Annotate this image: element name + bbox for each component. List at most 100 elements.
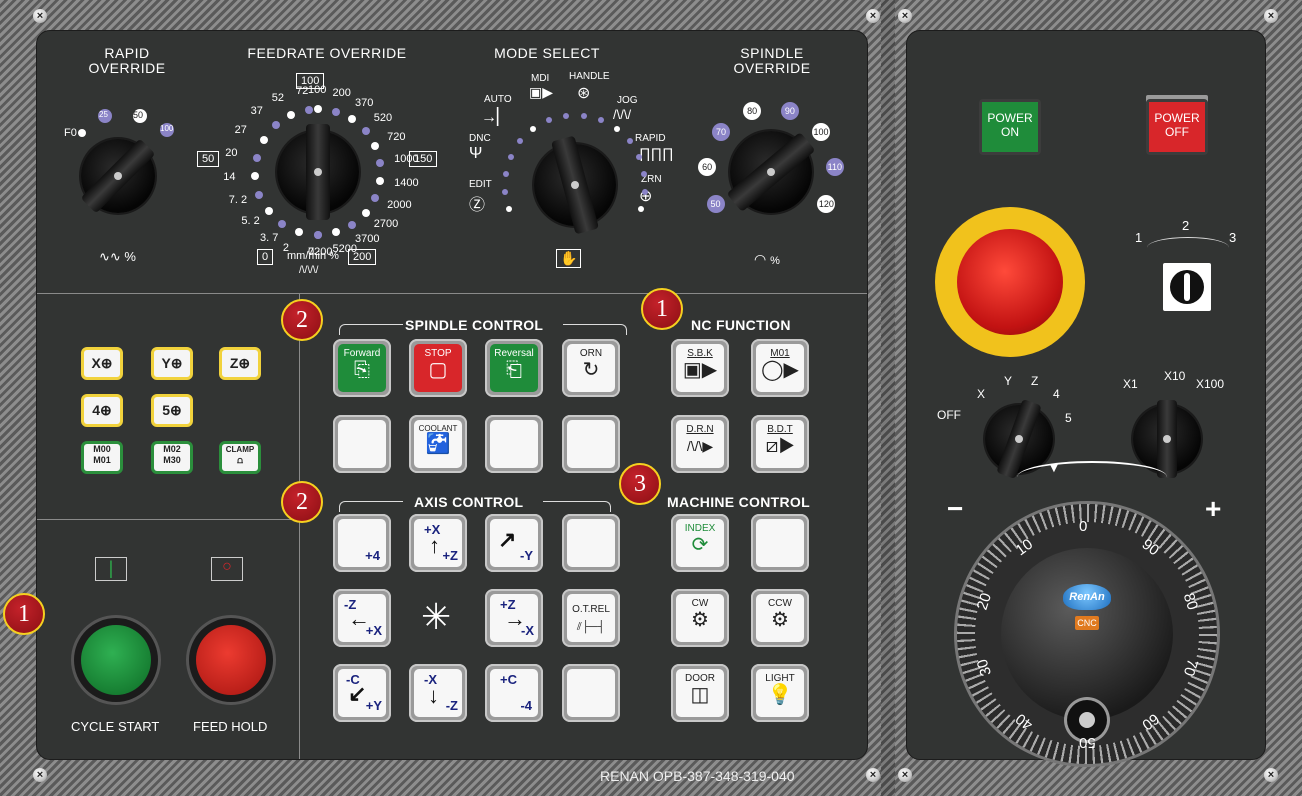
blank-button[interactable] — [562, 415, 620, 473]
axis-plus-x-plus-z-button[interactable]: +X ↑ +Z — [409, 514, 467, 572]
mode-rapid-label: RAPID — [635, 133, 666, 144]
mode-arc-dot — [626, 138, 633, 145]
axis-key-z[interactable]: Z⊕ — [219, 347, 261, 380]
axis-key-5[interactable]: 5⊕ — [151, 394, 193, 427]
index-button[interactable]: INDEX ⟳ — [671, 514, 729, 572]
axis-key-y[interactable]: Y⊕ — [151, 347, 193, 380]
cycle-start-button[interactable] — [74, 618, 158, 702]
feed-hold-button[interactable] — [189, 618, 273, 702]
footer-model: RENAN OPB-387-348-319-040 — [600, 768, 795, 784]
mode-jog-label: JOG — [617, 95, 638, 106]
feed-scale-label: 3. 7 — [259, 231, 279, 244]
blank-button[interactable] — [751, 514, 809, 572]
feed-scale-label: 20 — [225, 146, 238, 159]
axis-minus-x-minus-z-button[interactable]: -X ↓ -Z — [409, 664, 467, 722]
spindle-stop-button[interactable]: STOP ▢ — [409, 339, 467, 397]
coolant-button[interactable]: COOLANT 🚰 — [409, 415, 467, 473]
power-on-button[interactable]: POWER ON — [979, 99, 1041, 155]
feed-scale-dot — [305, 105, 314, 114]
cw-button[interactable]: CW ⚙ — [671, 589, 729, 647]
spindle-forward-button[interactable]: Forward ⎘ — [333, 339, 391, 397]
spindle-override-knob[interactable] — [726, 131, 816, 213]
sbk-button[interactable]: S.B.K ▣▶ — [671, 339, 729, 397]
m02-m30-key[interactable]: M02 M30 — [151, 441, 193, 474]
blank-button[interactable] — [485, 415, 543, 473]
feed-scale-label: 2700 — [373, 218, 399, 231]
feed-scale-dot — [251, 172, 260, 181]
rapid-traverse-icon: ✳ — [421, 596, 452, 637]
bdt-button[interactable]: B.D.T ⧄▶ — [751, 415, 809, 473]
feed-scale-dot — [361, 126, 370, 135]
spindle-reversal-button[interactable]: Reversal ⎗ — [485, 339, 543, 397]
nc-function-title: NC FUNCTION — [691, 317, 791, 333]
mode-arc-dot — [502, 170, 509, 177]
divider — [299, 293, 300, 759]
feed-scale-label: 1400 — [394, 176, 419, 189]
main-panel: RAPID OVERRIDE F0 25 50 100 ∿∿ % FEEDRAT… — [3, 30, 868, 760]
light-button[interactable]: LIGHT 💡 — [751, 664, 809, 722]
mode-arc-dot — [506, 205, 513, 212]
mode-select-knob[interactable] — [534, 135, 616, 235]
feedrate-override-title: FEEDRATE OVERRIDE — [247, 45, 407, 61]
axis-plus-z-minus-x-button[interactable]: +Z → -X — [485, 589, 543, 647]
selector-pos-1: 1 — [1135, 230, 1143, 245]
feed-scale-label: 7200 — [308, 246, 333, 258]
handwheel[interactable]: RenAn CNC — [957, 504, 1217, 764]
feed-hold-label: FEED HOLD — [193, 719, 268, 734]
door-button[interactable]: DOOR ◫ — [671, 664, 729, 722]
axis-key-4[interactable]: 4⊕ — [81, 394, 123, 427]
axis-minus-c-plus-y-button[interactable]: -C ↙ +Y — [333, 664, 391, 722]
screw-icon: × — [33, 9, 47, 23]
spindle-control-title: SPINDLE CONTROL — [405, 317, 544, 333]
feed-scale-dot — [287, 110, 296, 119]
ot-release-button[interactable]: O.T.REL ⫽├─┤ — [562, 589, 620, 647]
rapid-override-knob[interactable] — [80, 138, 156, 214]
mode-mdi-label: MDI — [531, 73, 550, 84]
mode-arc-dot — [563, 112, 570, 119]
mult-x1: X1 — [1123, 377, 1138, 391]
feed-scale-dot — [295, 228, 304, 237]
screw-icon: × — [1264, 768, 1278, 782]
handwheel-brand: RenAn — [1063, 584, 1111, 610]
axis-select-knob[interactable] — [985, 398, 1053, 480]
mode-dnc-label: DNC — [469, 133, 491, 144]
cycle-start-label: CYCLE START — [71, 719, 160, 734]
emergency-stop-button[interactable] — [957, 229, 1063, 335]
key-selector-switch[interactable] — [1163, 263, 1211, 311]
spindle-stop: 90 — [780, 101, 799, 120]
emergency-stop-collar — [935, 207, 1085, 357]
m01-button[interactable]: M01 ◯▶ — [751, 339, 809, 397]
feed-hold-icon: ○ — [211, 557, 243, 581]
axis-plus-c-minus-4-button[interactable]: +C -4 — [485, 664, 543, 722]
axis-minus-z-plus-x-button[interactable]: -Z ← +X — [333, 589, 391, 647]
feedrate-override-knob[interactable] — [277, 124, 359, 220]
selector-arc — [1147, 237, 1229, 258]
handwheel-mark: 50 — [1079, 734, 1096, 751]
clamp-key[interactable]: CLAMP ⩍ — [219, 441, 261, 474]
drn-button[interactable]: D.R.N/\/\▶ — [671, 415, 729, 473]
axis-plus4-button[interactable]: +4 — [333, 514, 391, 572]
selector-pos-2: 2 — [1182, 218, 1190, 233]
blank-button[interactable] — [562, 514, 620, 572]
axis-control-title: AXIS CONTROL — [414, 494, 524, 510]
blank-button[interactable] — [562, 664, 620, 722]
feed-scale-dot — [331, 107, 340, 116]
axis-minus-y-button[interactable]: ↗ -Y — [485, 514, 543, 572]
feed-scale-dot — [255, 190, 264, 199]
spindle-orn-button[interactable]: ORN ↻ — [562, 339, 620, 397]
divider — [37, 519, 299, 520]
axis-sel-y: Y — [1004, 374, 1013, 388]
mode-arc-dot — [502, 188, 509, 195]
feed-scale-dot — [361, 209, 370, 218]
ccw-button[interactable]: CCW ⚙ — [751, 589, 809, 647]
mode-arc-dot — [508, 153, 515, 160]
axis-key-x[interactable]: X⊕ — [81, 347, 123, 380]
blank-button[interactable] — [333, 415, 391, 473]
power-off-button[interactable]: POWER OFF — [1146, 99, 1208, 155]
callout-badge-2: 2 — [281, 299, 323, 341]
feed-scale-label: 7. 2 — [228, 194, 248, 207]
feed-scale-label: 52 — [271, 91, 285, 104]
m00-m01-key[interactable]: M00 M01 — [81, 441, 123, 474]
multiplier-select-knob[interactable] — [1133, 400, 1201, 478]
feed-scale-dot — [278, 219, 287, 228]
